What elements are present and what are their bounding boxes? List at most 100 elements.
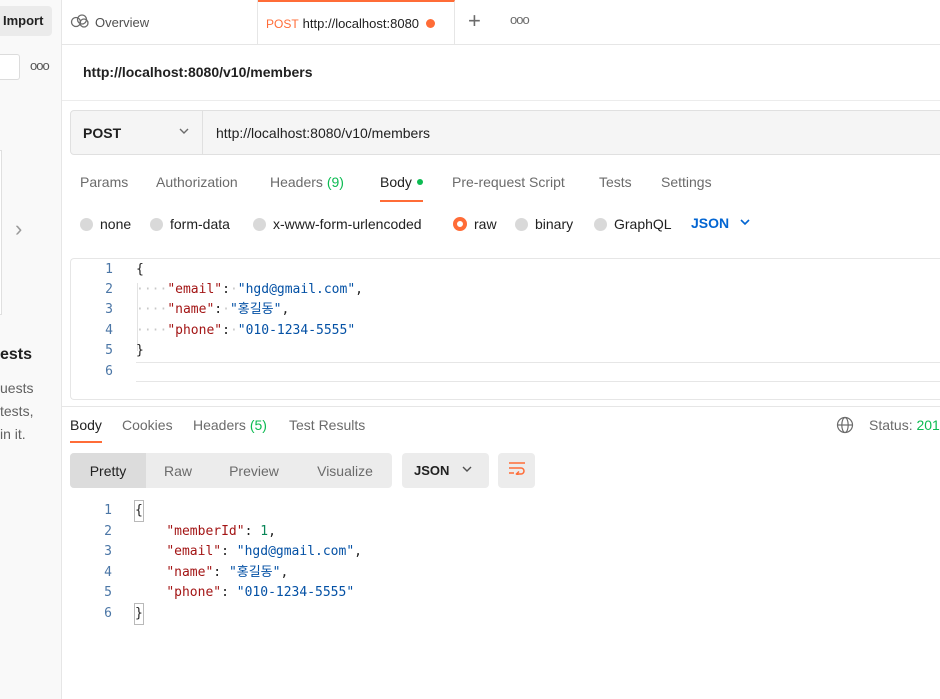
tab-overview-label: Overview [95, 15, 150, 30]
line-number: 1 [105, 262, 113, 277]
json-string: "홍길동" [229, 302, 282, 317]
new-tab-button[interactable]: + [468, 8, 481, 34]
view-raw-button[interactable]: Raw [146, 453, 210, 488]
code-text: ····"name":·"홍길동", [136, 302, 290, 317]
json-key: "phone" [167, 323, 223, 338]
status-label: Status: [869, 417, 913, 433]
radio-label: GraphQL [614, 216, 672, 232]
import-button[interactable]: Import [0, 6, 52, 36]
code-text: "name": "홍길동", [166, 565, 289, 580]
globe-icon[interactable] [836, 416, 854, 439]
tab-overview[interactable]: Overview [62, 0, 258, 45]
line-number: 2 [105, 282, 113, 297]
url-input[interactable]: http://localhost:8080/v10/members [204, 111, 430, 154]
tab-body[interactable]: Body [380, 174, 423, 202]
body-indicator-dot [416, 179, 423, 186]
divider [62, 100, 940, 101]
radio-raw[interactable]: raw [453, 216, 497, 232]
code-text: "phone": "010-1234-5555" [166, 585, 355, 600]
request-body-editor[interactable]: 1 { 2 ····"email":·"hgd@gmail.com", 3 ··… [70, 258, 940, 400]
sidebar-more-icon[interactable]: ooo [30, 58, 50, 73]
json-key: "email" [166, 544, 222, 559]
tab-method-label: POST [266, 16, 299, 31]
radio-x-www-form-urlencoded[interactable]: x-www-form-urlencoded [253, 216, 422, 232]
sidebar-text-line: tests, [0, 403, 34, 419]
tab-headers[interactable]: Headers (9) [270, 174, 344, 202]
tab-label: Params [80, 174, 129, 190]
wrap-lines-button[interactable] [498, 453, 535, 488]
tab-post-request[interactable]: POST http://localhost:8080 [258, 0, 455, 45]
line-number: 2 [104, 524, 112, 539]
code-line: 2 "memberId": 1, [70, 522, 940, 542]
tab-label: Cookies [122, 417, 173, 433]
tab-label: Headers [193, 417, 246, 433]
line-number: 3 [104, 544, 112, 559]
pane-divider[interactable] [62, 406, 940, 407]
radio-form-data[interactable]: form-data [150, 216, 230, 232]
radio-graphql[interactable]: GraphQL [594, 216, 672, 232]
json-string: "010-1234-5555" [237, 323, 356, 338]
sidebar-text-line: uests [0, 380, 34, 396]
tabs-more-icon[interactable]: ooo [510, 12, 530, 27]
tab-pre-request-script[interactable]: Pre-request Script [452, 174, 565, 202]
code-text: ····"email":·"hgd@gmail.com", [136, 282, 363, 297]
tab-label: Body [70, 417, 102, 433]
tab-settings[interactable]: Settings [661, 174, 712, 202]
headers-count: (9) [326, 174, 344, 190]
tab-params[interactable]: Params [80, 174, 128, 202]
sidebar-heading: ests [0, 346, 33, 363]
code-line: 4 ····"phone":·"010-1234-5555" [71, 321, 940, 341]
response-format-select[interactable]: JSON [402, 453, 489, 488]
line-number: 5 [104, 585, 112, 600]
radio-circle-selected [453, 217, 467, 231]
code-text: "memberId": 1, [166, 524, 276, 539]
json-number: 1 [260, 524, 269, 539]
chevron-down-icon [178, 124, 190, 140]
code-line: 5 } [71, 341, 940, 361]
chevron-down-icon [739, 215, 751, 231]
radio-label: form-data [170, 216, 230, 232]
response-tab-body[interactable]: Body [70, 417, 102, 443]
code-line: 4 "name": "홍길동", [70, 563, 940, 583]
json-key: "name" [166, 565, 214, 580]
tab-label: Authorization [156, 174, 238, 190]
json-string: "홍길동" [228, 565, 281, 580]
request-title[interactable]: http://localhost:8080/v10/members [83, 64, 313, 80]
language-label: JSON [691, 215, 730, 231]
tab-tests[interactable]: Tests [599, 174, 632, 202]
code-text: ····"phone":·"010-1234-5555" [136, 323, 356, 338]
method-select[interactable]: POST [71, 111, 203, 154]
tab-label: Pre-request Script [452, 174, 565, 190]
json-key: "email" [167, 282, 223, 297]
code-line: 1 { [71, 260, 940, 280]
status-code: 201 [916, 417, 940, 433]
response-body-viewer[interactable]: 1 { 2 "memberId": 1, 3 "email": "hgd@gma… [70, 500, 940, 630]
code-line: 3 ····"name":·"홍길동", [71, 300, 940, 320]
sidebar: Import ooo › ests uests tests, in it. [0, 0, 62, 699]
radio-none[interactable]: none [80, 216, 131, 232]
overview-icon [70, 14, 90, 31]
tab-authorization[interactable]: Authorization [156, 174, 238, 202]
tab-label: Tests [599, 174, 632, 190]
chevron-right-icon[interactable]: › [15, 216, 22, 242]
code-text: "email": "hgd@gmail.com", [166, 544, 362, 559]
line-number: 6 [105, 364, 113, 379]
unsaved-indicator [426, 19, 436, 28]
view-preview-button[interactable]: Preview [210, 453, 298, 488]
response-tab-cookies[interactable]: Cookies [122, 417, 173, 443]
response-tab-headers[interactable]: Headers (5) [193, 417, 267, 443]
radio-binary[interactable]: binary [515, 216, 573, 232]
code-text: { [134, 500, 144, 522]
code-line: 6 } [70, 603, 940, 625]
code-line: 6 [71, 362, 940, 382]
response-status[interactable]: Status: 201 [869, 417, 940, 433]
sidebar-filter-input[interactable] [0, 54, 20, 80]
response-tab-test-results[interactable]: Test Results [289, 417, 365, 443]
radio-circle [150, 217, 163, 231]
view-pretty-button[interactable]: Pretty [70, 453, 146, 488]
view-visualize-button[interactable]: Visualize [298, 453, 392, 488]
language-select[interactable]: JSON [691, 215, 751, 231]
line-number: 5 [105, 343, 113, 358]
tab-label: Settings [661, 174, 712, 190]
radio-label: x-www-form-urlencoded [273, 216, 422, 232]
